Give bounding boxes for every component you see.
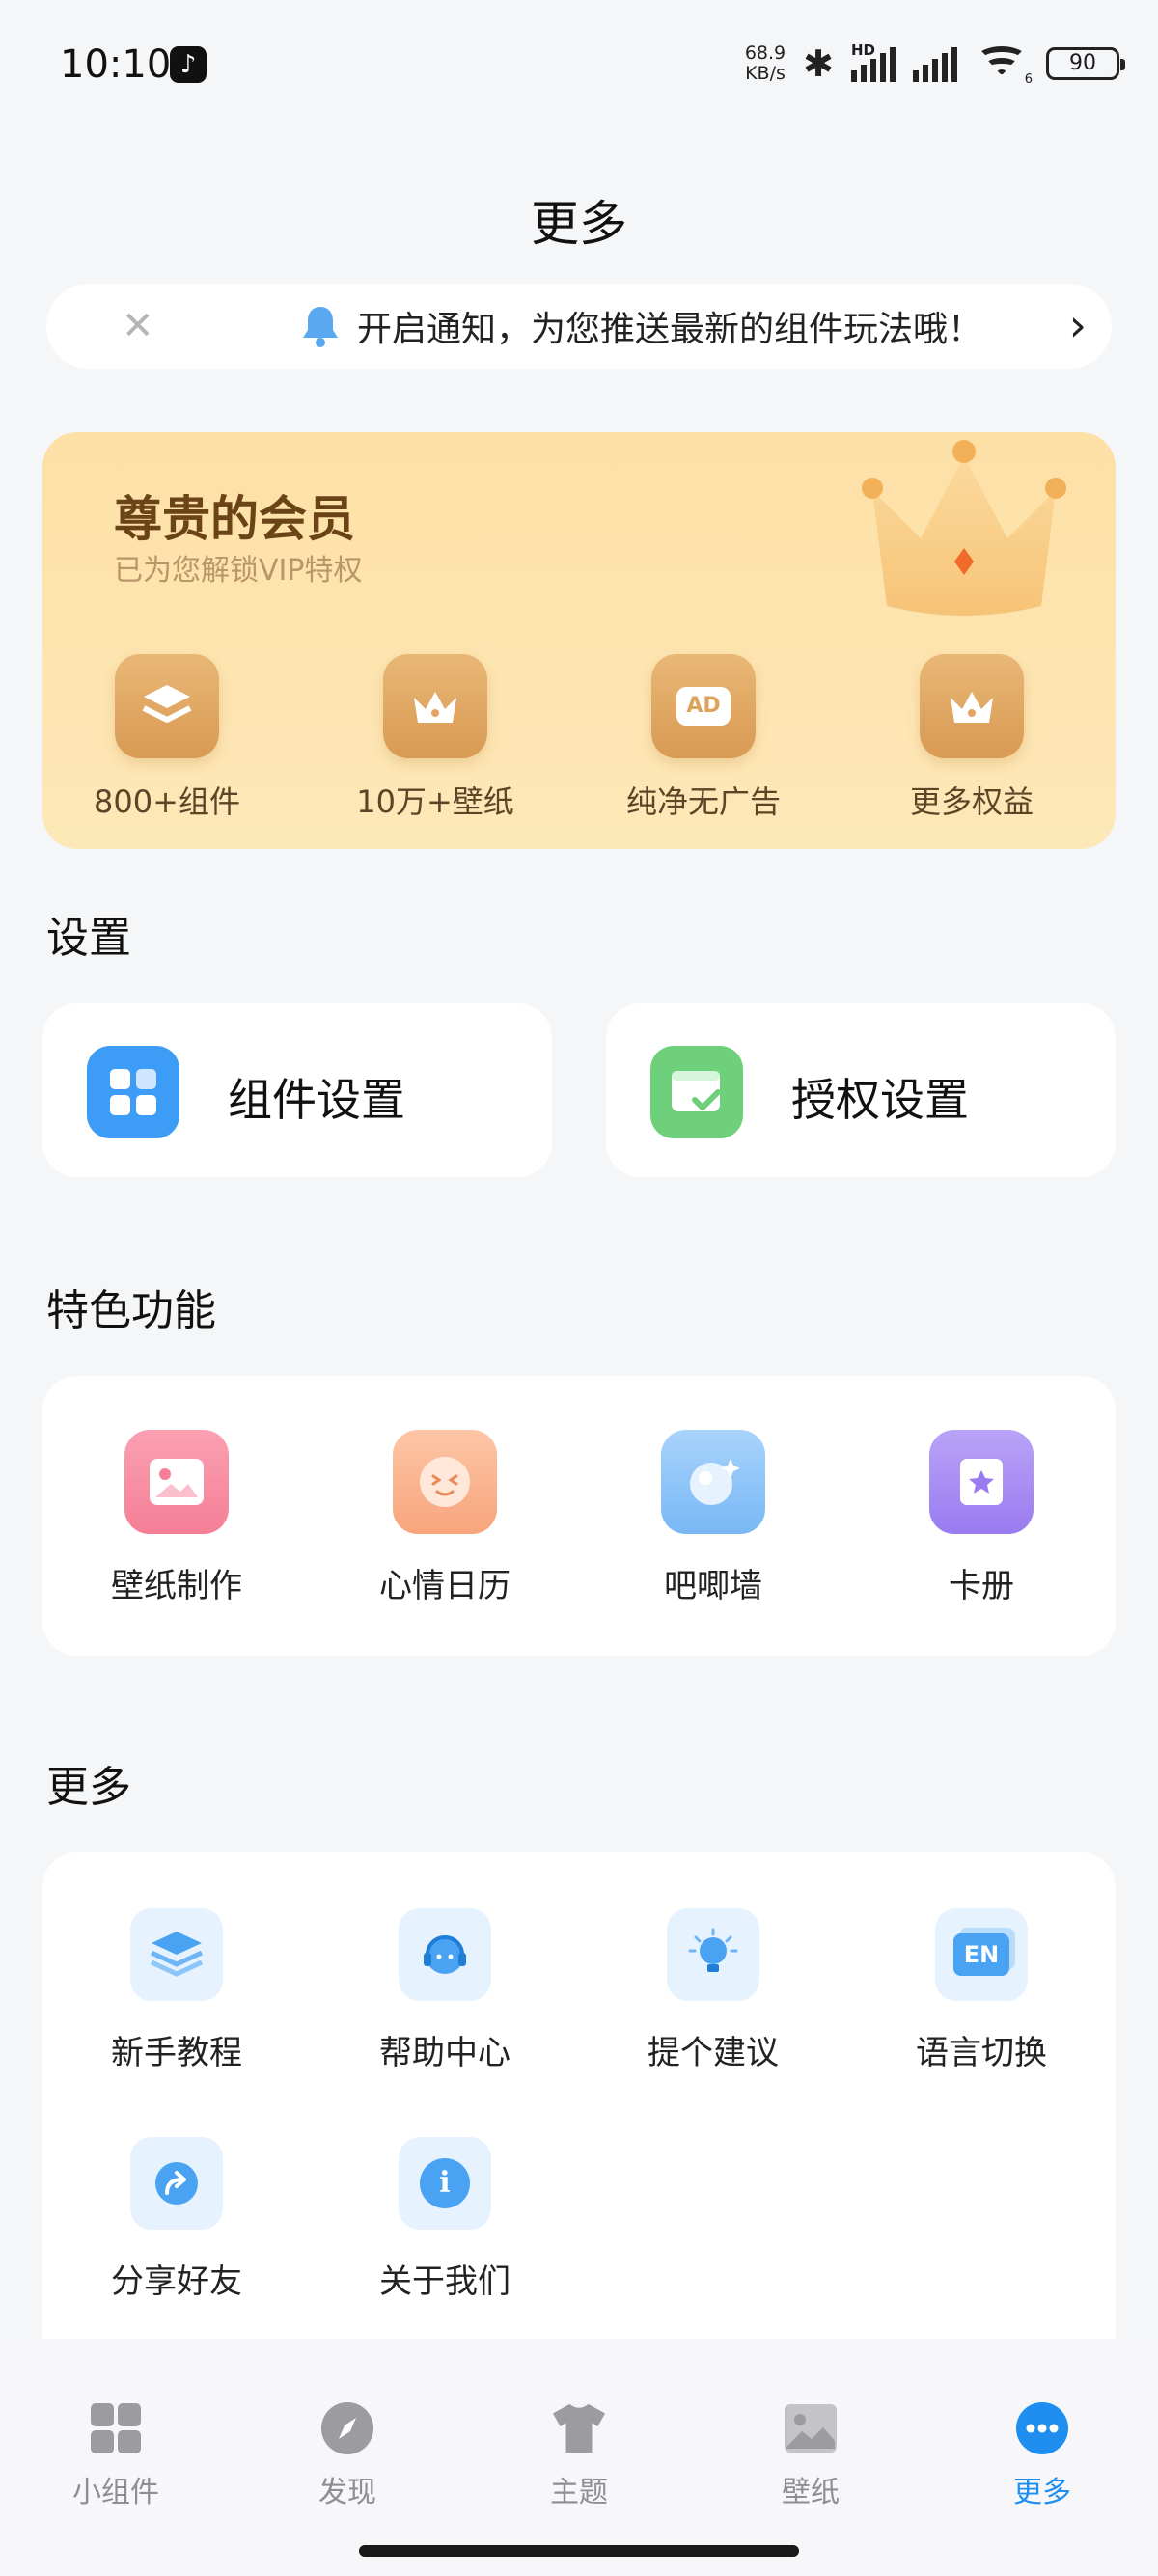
status-icons: 68.9 KB/s ✱ HD 6 90 [744,41,1125,87]
feature-wallpaper-make[interactable]: 壁纸制作 [42,1376,311,1606]
perk-wallpapers[interactable]: 10万+壁纸 [301,654,569,822]
auth-settings-card[interactable]: 授权设置 [606,1003,1116,1177]
bluetooth-icon: ✱ [803,42,834,85]
tab-widgets[interactable]: 小组件 [0,2400,232,2510]
features-card: 壁纸制作 心情日历 吧唧墙 卡册 [42,1376,1116,1656]
wallpaper-make-icon [124,1430,229,1534]
settings-section-title: 设置 [46,914,131,963]
vip-crown-icon [862,440,1066,616]
widget-settings-label: 组件设置 [228,1074,405,1126]
card-album-icon [929,1430,1034,1534]
feature-badge-wall[interactable]: 吧唧墙 [579,1376,847,1606]
status-time: 10:10 [60,42,172,87]
vip-title: 尊贵的会员 [114,491,355,547]
compass-tab-icon [319,2400,375,2456]
crown-icon [383,654,487,758]
vip-card[interactable]: 尊贵的会员 已为您解锁VIP特权 800+组件 10万+壁纸 AD 纯净无广告 … [42,432,1116,849]
widget-grid-icon [87,1046,179,1138]
feature-mood-calendar[interactable]: 心情日历 [311,1376,579,1606]
auth-settings-label: 授权设置 [791,1074,969,1126]
net-speed: 68.9 KB/s [744,42,786,84]
bulb-icon [667,1908,759,2001]
more-card: 新手教程 帮助中心 提个建议 EN 语言切换 分享好友 i 关于我们 [42,1852,1116,2354]
close-icon[interactable]: ✕ [122,305,154,347]
perk-more-benefits[interactable]: 更多权益 [838,654,1106,822]
features-section-title: 特色功能 [46,1286,216,1335]
info-icon: i [399,2137,491,2230]
bell-icon [303,307,338,347]
status-bar: 10:10 ♪ 68.9 KB/s ✱ HD 6 90 [0,0,1158,135]
notification-banner[interactable]: ✕ 开启通知，为您推送最新的组件玩法哦！ › [46,284,1112,369]
perk-no-ads[interactable]: AD 纯净无广告 [569,654,838,822]
shirt-tab-icon [551,2400,607,2456]
tutorial-stack-icon [130,1908,223,2001]
bottom-tab-bar: 小组件 发现 主题 壁纸 更多 [0,2339,1158,2576]
more-tutorial[interactable]: 新手教程 [42,1852,311,2073]
mood-face-icon [393,1430,497,1534]
vip-perks: 800+组件 10万+壁纸 AD 纯净无广告 更多权益 [42,654,1116,822]
notification-text: 开启通知，为您推送最新的组件玩法哦！ [357,310,983,349]
picture-tab-icon [783,2400,839,2456]
tab-discover[interactable]: 发现 [232,2400,463,2510]
ad-icon: AD [651,654,756,758]
crown-icon [920,654,1024,758]
signal-hd-icon: HD [851,41,896,82]
more-suggestion[interactable]: 提个建议 [579,1852,847,2073]
widgets-tab-icon [88,2400,144,2456]
page-title: 更多 [531,196,627,252]
tiktok-notification-icon: ♪ [170,46,207,83]
more-about-us[interactable]: i 关于我们 [311,2073,579,2302]
share-icon [130,2137,223,2230]
auth-check-icon [650,1046,743,1138]
more-help-center[interactable]: 帮助中心 [311,1852,579,2073]
language-en-icon: EN [935,1908,1028,2001]
chevron-right-icon[interactable]: › [1069,301,1087,349]
feature-card-album[interactable]: 卡册 [847,1376,1116,1606]
perk-components[interactable]: 800+组件 [42,654,301,822]
badge-wall-icon [661,1430,765,1534]
wifi-icon: 6 [975,44,1033,87]
tab-more[interactable]: 更多 [926,2400,1158,2510]
tab-wallpapers[interactable]: 壁纸 [695,2400,926,2510]
more-dots-tab-icon [1014,2400,1070,2456]
vip-subtitle: 已为您解锁VIP特权 [114,554,363,588]
layers-icon [115,654,219,758]
more-section-title: 更多 [46,1763,131,1812]
home-indicator[interactable] [359,2545,799,2557]
battery-icon: 90 [1046,47,1125,80]
more-share[interactable]: 分享好友 [42,2073,311,2302]
signal-icon [913,45,957,82]
tab-themes[interactable]: 主题 [463,2400,695,2510]
more-language[interactable]: EN 语言切换 [847,1852,1116,2073]
headset-icon [399,1908,491,2001]
widget-settings-card[interactable]: 组件设置 [42,1003,552,1177]
